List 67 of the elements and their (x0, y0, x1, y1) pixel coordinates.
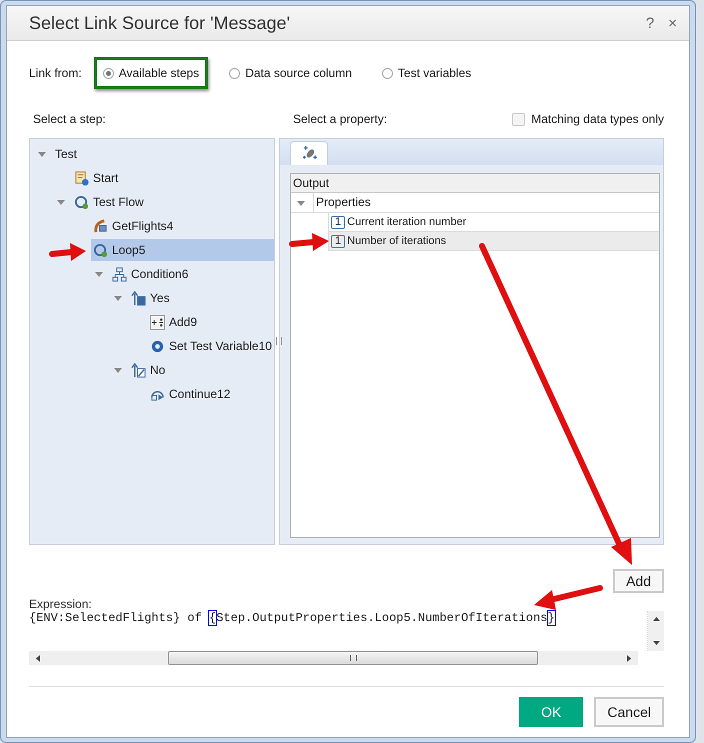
question-branch-icon (131, 290, 146, 306)
plus-fraction-icon (150, 314, 165, 330)
gear-icon (150, 338, 165, 354)
expression-label: Expression: (29, 597, 92, 611)
script-gear-icon (74, 170, 89, 186)
select-property-label: Select a property: (293, 112, 388, 126)
expanded-caret-icon[interactable] (57, 198, 65, 206)
group-row[interactable]: Properties (313, 193, 659, 212)
tree-item[interactable]: No (129, 359, 274, 381)
radio-option[interactable]: Data source column (220, 57, 361, 89)
radio-option[interactable]: Available steps (94, 57, 208, 89)
column-header: Output (291, 174, 659, 193)
tree-item[interactable]: Set Test Variable10 (148, 335, 274, 357)
loop-icon (74, 194, 89, 210)
scroll-up-icon[interactable] (652, 616, 660, 621)
tree-item-label: Test Flow (93, 195, 144, 209)
property-label: Current iteration number (347, 216, 466, 228)
link-from-label: Link from: (29, 66, 82, 80)
scroll-down-icon[interactable] (652, 641, 660, 646)
tree-item[interactable]: Continue12 (148, 383, 274, 405)
property-row[interactable]: 1 Number of iterations (328, 232, 659, 251)
hierarchy-icon (112, 266, 127, 282)
expanded-caret-icon[interactable] (114, 294, 122, 302)
tree-item-label: Continue12 (169, 387, 230, 401)
tree-item-label: Add9 (169, 315, 198, 329)
sparkle-icon (302, 146, 316, 161)
tree-item[interactable]: Yes (129, 287, 274, 309)
matching-types-checkbox[interactable]: Matching data types only (512, 112, 664, 126)
vertical-scrollbar[interactable] (648, 611, 664, 651)
service-icon (93, 218, 108, 234)
add-button[interactable]: Add (613, 569, 664, 593)
radio-option[interactable]: Test variables (372, 57, 480, 89)
help-button[interactable]: ? (644, 14, 656, 32)
tree-item-label: Condition6 (131, 267, 188, 281)
scroll-left-icon[interactable] (35, 654, 40, 662)
scroll-right-icon[interactable] (627, 654, 632, 662)
tree-item[interactable]: GetFlights4 (91, 215, 274, 237)
select-step-label: Select a step: (32, 112, 107, 126)
annotation-arrow (534, 585, 603, 610)
number-type-icon: 1 (331, 234, 346, 248)
expanded-caret-icon[interactable] (95, 270, 103, 278)
tree-item[interactable]: Add9 (148, 311, 274, 333)
window-title: Select Link Source for 'Message' (29, 12, 290, 34)
tree-item-label: Yes (150, 291, 170, 305)
tree-item[interactable]: Loop5 (91, 239, 274, 261)
tree-item[interactable]: Test (53, 143, 274, 165)
horizontal-scrollbar[interactable] (29, 651, 638, 665)
close-button[interactable]: × (666, 14, 679, 32)
expanded-caret-icon[interactable] (114, 366, 122, 374)
number-type-icon: 1 (331, 216, 346, 228)
slash-branch-icon (131, 362, 146, 378)
loop-icon (93, 242, 108, 258)
tree-item-label: GetFlights4 (112, 219, 174, 233)
tree-item-label: Loop5 (112, 243, 146, 257)
property-label: Number of iterations (347, 235, 446, 247)
tree-item-label: Set Test Variable10 (169, 339, 272, 353)
tree-item-label: Test (55, 147, 78, 161)
tree-item-label: Start (93, 171, 118, 185)
properties-tab[interactable] (290, 141, 328, 165)
scroll-thumb[interactable] (168, 651, 538, 665)
tree-item[interactable]: Test Flow (72, 191, 274, 213)
expanded-caret-icon[interactable] (38, 150, 46, 158)
tree-item[interactable]: Start (72, 167, 274, 189)
cancel-button[interactable]: Cancel (594, 697, 664, 727)
expanded-caret-icon[interactable] (297, 198, 305, 206)
tree-item-label: No (150, 363, 166, 377)
tree-item[interactable]: Condition6 (110, 263, 274, 285)
